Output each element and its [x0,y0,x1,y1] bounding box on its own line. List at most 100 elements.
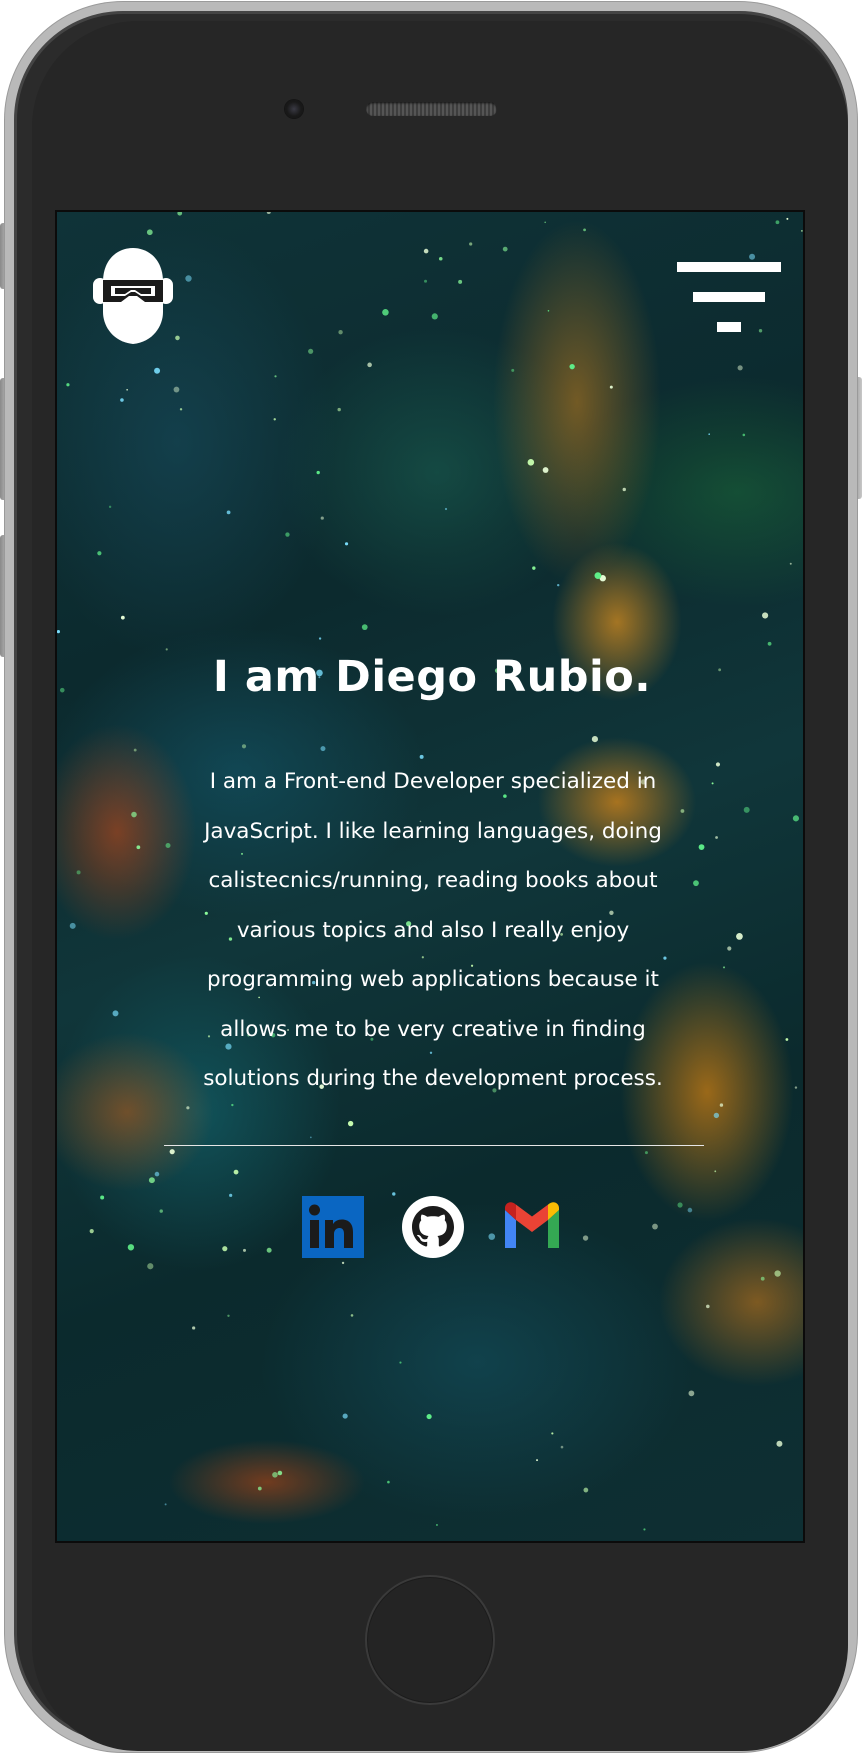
sparkle-dot [706,1304,710,1309]
sparkle-dot [736,933,743,940]
gmail-icon [505,1202,559,1248]
sparkle-dot [308,348,314,354]
sparkle-dot [69,922,76,929]
sparkle-dot [502,246,508,252]
sparkle-dot [120,615,125,620]
sparkle-dot [583,228,586,232]
sparkle-dot [97,551,102,556]
sparkle-dot [148,1177,155,1184]
sparkle-dot [320,516,324,520]
sparkle-dot [146,229,153,236]
sparkle-dot [112,1010,119,1017]
sparkle-dot [337,407,341,412]
sparkle-dot [527,459,535,466]
sparkle-dot [367,362,372,368]
sparkle-dot [318,637,322,640]
linkedin-link[interactable] [302,1196,364,1258]
sparkle-dot [154,367,161,374]
sparkle-dot [532,566,536,570]
sparkle-dot [583,1487,589,1493]
sparkle-dot [159,1209,163,1213]
sparkle-dot [243,1248,246,1252]
sparkle-dot [582,1235,589,1241]
sparkle-dot [609,385,613,389]
sparkle-dot [511,368,515,372]
helmet-logo-icon[interactable] [79,242,187,350]
sparkle-dot [643,1528,646,1531]
sparkle-dot [320,746,326,752]
sparkle-dot [382,309,389,316]
sparkle-dot [723,966,726,969]
sparkle-dot [785,1038,789,1041]
sparkle-dot [277,1470,283,1476]
sparkle-dot [599,575,606,582]
sparkle-dot [677,1202,683,1208]
sparkle-dot [715,762,721,767]
sparkle-dot [742,433,746,437]
sparkle-dot [126,388,128,391]
sparkle-dot [154,1171,160,1177]
sparkle-dot [714,1170,717,1173]
sparkle-dot [775,220,780,225]
sparkle-dot [341,1261,345,1265]
sparkle-dot [569,363,575,370]
sparkle-dot [66,383,70,387]
sparkle-dot [652,1223,658,1230]
sparkle-dot [76,870,81,875]
sparkle-dot [186,1106,190,1110]
sparkle-dot [557,583,560,587]
sparkle-dot [399,1361,402,1364]
sparkle-dot [767,641,772,646]
sparkle-dot [794,1086,798,1089]
sparkle-dot [760,1276,765,1281]
menu-line-middle [693,292,765,302]
sparkle-dot [713,1112,720,1119]
section-divider [164,1145,704,1146]
sparkle-dot [762,612,769,619]
sparkle-dot [133,748,137,752]
sparkle-dot [438,256,443,261]
sparkle-dot [792,815,800,822]
sparkle-dot [108,505,112,509]
sparkle-dot [127,1244,135,1251]
portfolio-screen: I am Diego Rubio. I am a Front-end Devel… [55,210,805,1543]
sparkle-dot [136,845,141,850]
sparkle-dot [361,624,368,631]
sparkle-dot [774,1270,781,1277]
sparkle-dot [458,279,463,284]
sparkle-dot [423,248,429,254]
github-icon [402,1196,464,1258]
front-camera [285,100,303,118]
device-mockup: I am Diego Rubio. I am a Front-end Devel… [0,0,862,1754]
sparkle-dot [594,572,602,579]
sparkle-dot [776,1440,783,1447]
sparkle-dot [387,1480,390,1484]
sparkle-dot [131,811,137,818]
sparkle-dot [266,212,271,214]
sparkle-dot [169,1149,175,1155]
sparkle-dot [316,470,320,475]
sparkle-dot [431,313,438,320]
sparkle-dot [743,806,750,813]
sparkle-dot [100,1195,105,1200]
sparkle-dot [687,1207,693,1213]
gmail-link[interactable] [501,1196,563,1258]
sparkle-dot [231,1103,234,1107]
sparkle-dot [719,1103,724,1107]
sparkle-dot [338,330,343,335]
sparkle-dot [469,242,473,246]
github-link[interactable] [402,1196,464,1258]
sparkle-dot [342,1413,348,1419]
sparkle-dot [544,221,546,224]
sparkle-dot [711,782,714,785]
sparkle-dot [698,844,705,850]
sparkle-dot [285,532,290,537]
sparkle-dot [591,736,598,743]
sparkle-dot [165,843,171,848]
hero-description: I am a Front-end Developer specialized i… [203,769,663,1091]
hero-title: I am Diego Rubio. [212,652,652,702]
sparkle-dot [542,467,549,473]
menu-icon[interactable] [677,262,783,338]
menu-line-bottom [717,322,741,332]
sparkle-dot [786,217,789,220]
